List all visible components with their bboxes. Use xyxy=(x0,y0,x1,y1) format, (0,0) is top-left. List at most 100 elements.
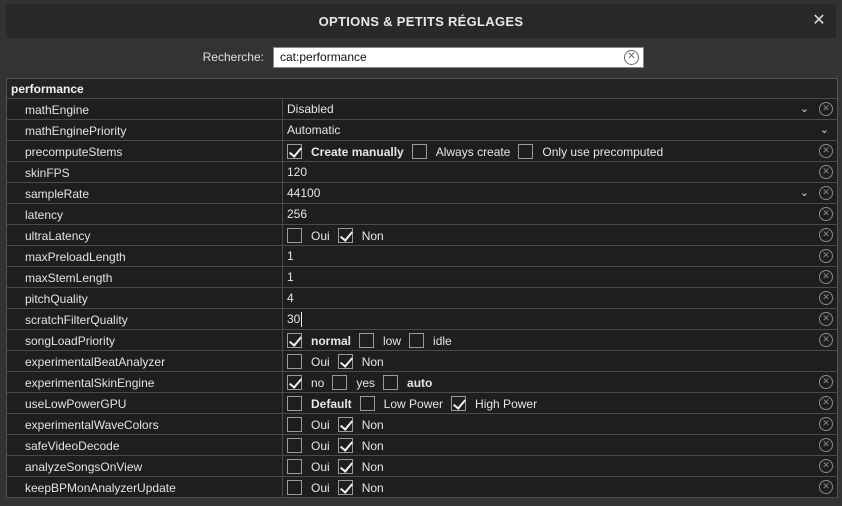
reset-icon[interactable]: ✕ xyxy=(819,249,833,263)
setting-value: Oui Non ✕ xyxy=(283,435,837,455)
checkbox[interactable] xyxy=(287,438,302,453)
search-bar: Recherche: cat:performance ✕ xyxy=(0,44,842,70)
checkbox[interactable] xyxy=(518,144,534,159)
reset-icon[interactable]: ✕ xyxy=(819,480,833,494)
checkbox-checked[interactable] xyxy=(287,333,302,348)
checkbox-checked[interactable] xyxy=(451,396,467,411)
chevron-down-icon[interactable]: ⌄ xyxy=(800,102,809,115)
option[interactable]: Always create xyxy=(411,144,510,159)
option[interactable]: High Power xyxy=(451,396,537,411)
reset-icon[interactable]: ✕ xyxy=(819,375,833,389)
checkbox-checked[interactable] xyxy=(337,228,353,243)
search-clear-icon[interactable]: ✕ xyxy=(624,50,639,65)
chevron-down-icon[interactable]: ⌄ xyxy=(800,186,809,199)
checkbox-checked[interactable] xyxy=(337,417,353,432)
option-label: idle xyxy=(433,333,452,348)
option[interactable]: Non xyxy=(337,417,384,432)
reset-icon[interactable]: ✕ xyxy=(819,102,833,116)
setting-value[interactable]: Automatic ⌄ xyxy=(283,120,837,140)
setting-value[interactable]: 1 ✕ xyxy=(283,246,837,266)
setting-value[interactable]: 30 ✕ xyxy=(283,309,837,329)
select-value[interactable]: 44100 xyxy=(287,186,320,200)
checkbox[interactable] xyxy=(287,228,302,243)
option[interactable]: Non xyxy=(337,480,384,495)
setting-value[interactable]: 120 ✕ xyxy=(283,162,837,182)
setting-value[interactable]: 1 ✕ xyxy=(283,267,837,287)
option[interactable]: Non xyxy=(337,459,384,474)
option[interactable]: yes xyxy=(332,375,375,390)
option[interactable]: Only use precomputed xyxy=(518,144,663,159)
option[interactable]: Oui xyxy=(287,354,330,369)
option-label: Low Power xyxy=(383,396,444,411)
option[interactable]: Low Power xyxy=(359,396,444,411)
reset-icon[interactable]: ✕ xyxy=(819,270,833,284)
option[interactable]: auto xyxy=(383,375,432,390)
checkbox[interactable] xyxy=(287,417,302,432)
reset-icon[interactable]: ✕ xyxy=(819,438,833,452)
text-value[interactable]: 30 xyxy=(287,312,300,326)
setting-row-scratchFilterQuality: scratchFilterQuality 30 ✕ xyxy=(7,309,837,330)
checkbox-checked[interactable] xyxy=(287,375,302,390)
option[interactable]: Create manually xyxy=(287,144,404,159)
option[interactable]: Oui xyxy=(287,459,330,474)
select-value[interactable]: Disabled xyxy=(287,102,334,116)
option[interactable]: Oui xyxy=(287,480,330,495)
option[interactable]: Oui xyxy=(287,417,330,432)
reset-icon[interactable]: ✕ xyxy=(819,291,833,305)
setting-name: scratchFilterQuality xyxy=(7,309,283,329)
checkbox-checked[interactable] xyxy=(287,144,302,159)
checkbox[interactable] xyxy=(287,354,302,369)
text-value[interactable]: 1 xyxy=(287,249,294,263)
text-value[interactable]: 1 xyxy=(287,270,294,284)
checkbox[interactable] xyxy=(409,333,425,348)
option[interactable]: normal xyxy=(287,333,351,348)
option[interactable]: Oui xyxy=(287,438,330,453)
option[interactable]: low xyxy=(359,333,401,348)
checkbox[interactable] xyxy=(287,396,302,411)
option[interactable]: Non xyxy=(337,438,384,453)
reset-icon[interactable]: ✕ xyxy=(819,207,833,221)
option[interactable]: Non xyxy=(337,354,384,369)
checkbox-checked[interactable] xyxy=(337,438,353,453)
option[interactable]: Default xyxy=(287,396,352,411)
checkbox[interactable] xyxy=(287,459,302,474)
reset-icon[interactable]: ✕ xyxy=(819,312,833,326)
setting-value: no yes auto ✕ xyxy=(283,372,837,392)
option[interactable]: Non xyxy=(337,228,384,243)
reset-icon[interactable]: ✕ xyxy=(819,144,833,158)
setting-row-useLowPowerGPU: useLowPowerGPU Default Low Power High Power… xyxy=(7,393,837,414)
checkbox-checked[interactable] xyxy=(337,480,353,495)
checkbox[interactable] xyxy=(383,375,399,390)
setting-value[interactable]: 44100 ⌄ ✕ xyxy=(283,183,837,203)
checkbox[interactable] xyxy=(411,144,427,159)
option-label: Default xyxy=(311,396,352,411)
select-value[interactable]: Automatic xyxy=(287,123,340,137)
option[interactable]: no xyxy=(287,375,324,390)
reset-icon[interactable]: ✕ xyxy=(819,228,833,242)
option[interactable]: idle xyxy=(409,333,452,348)
text-value[interactable]: 4 xyxy=(287,291,294,305)
checkbox[interactable] xyxy=(359,333,375,348)
text-value[interactable]: 120 xyxy=(287,165,307,179)
checkbox-checked[interactable] xyxy=(337,354,353,369)
setting-name: sampleRate xyxy=(7,183,283,203)
setting-value: Oui Non xyxy=(283,351,837,371)
checkbox[interactable] xyxy=(359,396,375,411)
option[interactable]: Oui xyxy=(287,228,330,243)
reset-icon[interactable]: ✕ xyxy=(819,165,833,179)
checkbox[interactable] xyxy=(287,480,302,495)
reset-icon[interactable]: ✕ xyxy=(819,333,833,347)
search-input[interactable]: cat:performance xyxy=(273,47,644,68)
setting-value[interactable]: Disabled ⌄ ✕ xyxy=(283,99,837,119)
reset-icon[interactable]: ✕ xyxy=(819,186,833,200)
checkbox-checked[interactable] xyxy=(337,459,353,474)
text-value[interactable]: 256 xyxy=(287,207,307,221)
reset-icon[interactable]: ✕ xyxy=(819,459,833,473)
setting-value[interactable]: 256 ✕ xyxy=(283,204,837,224)
reset-icon[interactable]: ✕ xyxy=(819,396,833,410)
close-icon[interactable]: ✕ xyxy=(810,12,828,30)
chevron-down-icon[interactable]: ⌄ xyxy=(820,123,829,136)
reset-icon[interactable]: ✕ xyxy=(819,417,833,431)
setting-value[interactable]: 4 ✕ xyxy=(283,288,837,308)
checkbox[interactable] xyxy=(332,375,348,390)
